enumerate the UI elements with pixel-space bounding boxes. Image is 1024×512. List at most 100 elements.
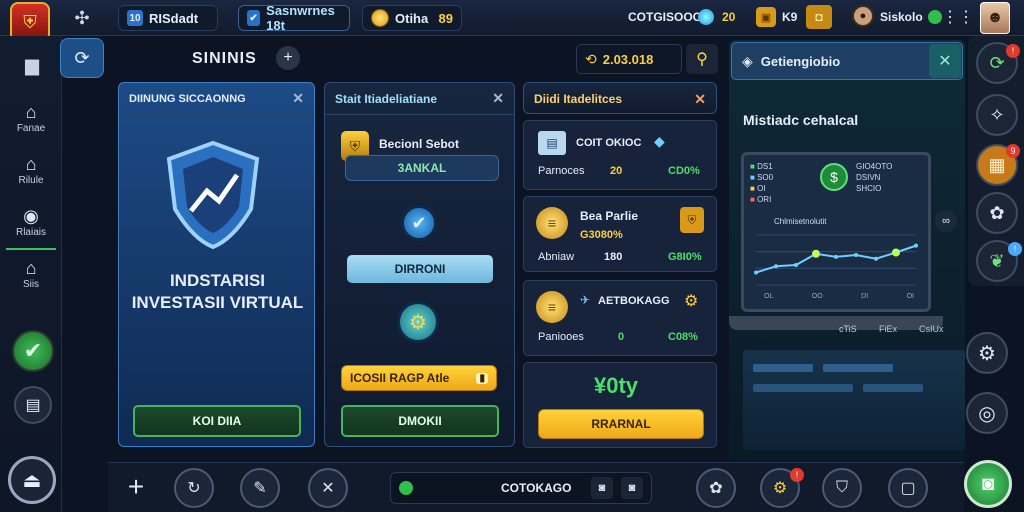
tick-label: OL [764, 293, 774, 300]
key-bar [753, 384, 853, 392]
document-icon: ▤ [538, 131, 566, 155]
key-bar [823, 364, 893, 372]
store-icon: ⌂ [25, 258, 37, 278]
add-button[interactable]: + [276, 46, 300, 70]
link-icon[interactable]: ∞ [935, 210, 957, 232]
row-pct: C08% [668, 331, 698, 343]
row-pct: CD0% [668, 165, 700, 177]
grid-menu-icon[interactable]: ✣ [70, 6, 94, 30]
search-bar-label: COTOKAGO [501, 481, 572, 495]
data-point [834, 254, 838, 259]
card-title: Becionl Sebot [379, 137, 460, 151]
screen-card: CsIUx [919, 324, 944, 334]
close-icon[interactable]: ✕ [292, 90, 304, 107]
more-menu-icon[interactable]: ⋮⋮ [942, 6, 974, 28]
legend-item: ■ SO0 [750, 173, 774, 182]
profile-avatar[interactable]: ☻ [980, 2, 1010, 34]
shop-badge: 9 [1006, 144, 1020, 158]
handshake-icon[interactable]: ✧ [976, 94, 1018, 136]
clipboard-bottom-icon[interactable]: ▢ [888, 468, 928, 508]
bottom-action-button[interactable]: DMOKII [341, 405, 499, 437]
data-point [754, 270, 758, 275]
coin-label: Otiha [395, 10, 429, 26]
list-panel-header: Diidi Itadelitces ✕ [523, 82, 717, 114]
user-avatar-small[interactable]: ● [852, 5, 874, 27]
flower-icon[interactable]: ✿ [696, 468, 736, 508]
coin-icon [371, 9, 389, 27]
invest-title-line1: INDSTARISI [169, 271, 266, 290]
close-icon[interactable]: ✕ [492, 90, 504, 107]
close-button[interactable]: ✕ [929, 44, 961, 78]
settings-icon[interactable]: ⚙ [966, 332, 1008, 374]
info-item: GIO4OTO [856, 162, 893, 171]
list-row[interactable]: ≡ ✈ AETBOKAGG ⚙ Paniooes 0 C08% [523, 280, 717, 356]
tick-label: DI [861, 293, 869, 300]
home-icon: ⌂ [25, 102, 37, 122]
camera-big-button[interactable]: ◙ [964, 460, 1012, 508]
target-icon[interactable]: ◎ [966, 392, 1008, 434]
claim-button[interactable]: RRARNAL [538, 409, 704, 439]
stat-value-2: K9 [782, 10, 798, 24]
bookmark-icon[interactable]: ⛉ [822, 468, 862, 508]
checkmark-icon[interactable]: ✔ [12, 330, 54, 372]
key-bar [753, 364, 813, 372]
gem-icon [698, 9, 714, 25]
middle-button[interactable]: DIRRONI [347, 255, 493, 283]
panel-header: DIINUNG SICCAONNG ✕ [119, 83, 314, 115]
legend-item: ■ OI [750, 184, 766, 193]
coin-counter[interactable]: Otiha 89 [362, 5, 462, 31]
yellow-action-button[interactable]: ICOSII RAGP Atle ▮ [341, 365, 497, 391]
row-value: 0 [618, 331, 625, 343]
settings-small-icon[interactable]: ✿ [976, 192, 1018, 234]
stat-value-1: 20 [722, 10, 736, 24]
data-point [892, 248, 900, 257]
rail-item-rlaiais[interactable]: ◉ Rlaiais [6, 200, 56, 250]
yellow-button-label: ICOSII RAGP Atle [350, 371, 450, 385]
data-point [854, 253, 858, 257]
camera-small-icon-2[interactable]: ◙ [621, 477, 643, 499]
rail-item-fanae[interactable]: ⌂ Fanae [6, 96, 56, 146]
player-name: COTGISOOO [628, 10, 703, 24]
currency-icon: ⟲ [585, 50, 597, 67]
bottom-search-bar[interactable]: COTOKAGO ◙ ◙ [390, 472, 652, 504]
currency-box[interactable]: ⟲ 2.03.018 [576, 44, 682, 74]
middle-panel: Stait Itiadeliatiane ✕ ⛨ Becionl Sebot 3… [324, 82, 515, 447]
rail-item-rilule[interactable]: ⌂ Rilule [6, 148, 56, 198]
invest-button[interactable]: KOI DIIA [133, 405, 301, 437]
gift-icon[interactable]: ◘ [806, 5, 832, 29]
laptop-screen: ■ DS1 ■ SO0 ■ OI ■ ORI $ GIO4OTO DSIVN S… [741, 152, 931, 312]
gear-badge: ! [790, 468, 804, 482]
sync-button[interactable]: ⟳ [60, 38, 104, 78]
verified-icon[interactable]: ✔ [401, 205, 437, 241]
data-point [874, 256, 878, 261]
refresh-icon[interactable]: ↻ [174, 468, 214, 508]
tick-label: OI [906, 293, 914, 300]
tab-bisdadt[interactable]: 10 RISdadt [118, 5, 218, 31]
close-icon[interactable]: ✕ [694, 91, 706, 108]
tag-icon: ◆ [654, 133, 665, 149]
camera-small-icon[interactable]: ◙ [591, 477, 613, 499]
pen-icon[interactable]: ✎ [240, 468, 280, 508]
card-button[interactable]: 3ANKAL [345, 155, 499, 181]
rail-item-siis[interactable]: ⌂ Siis [6, 252, 56, 302]
laptop-base [729, 316, 943, 330]
clipboard-icon[interactable]: ▤ [14, 386, 52, 424]
user-name: Siskolo [880, 10, 923, 24]
bird-icon: ✈ [580, 293, 591, 307]
screen-card: cTiS [839, 324, 857, 334]
screen-card: FiEx [879, 324, 897, 334]
exit-icon[interactable]: ⏏ [8, 456, 56, 504]
search-button[interactable]: ⚲ [686, 44, 718, 74]
panel-header-label: DIINUNG SICCAONNG [129, 92, 246, 105]
gear-coin-icon[interactable]: ⚙ [397, 301, 439, 343]
tab-label: Sasnwrnes 18t [266, 3, 335, 33]
list-row[interactable]: ≡ Bea Parlie G3080% ⛨ Abniaw 180 G8I0% [523, 196, 717, 272]
tab-sasnwrnes[interactable]: ✔ Sasnwrnes 18t [238, 3, 350, 33]
plus-icon[interactable]: + [120, 470, 152, 504]
notif-badge: ! [1006, 44, 1020, 58]
rail-label: Rilule [18, 175, 44, 186]
tools-icon[interactable]: ✕ [308, 468, 348, 508]
list-row[interactable]: ▤ COIT OKIOC ◆ Parnoces 20 CD0% [523, 120, 717, 190]
bus-icon[interactable]: ▆ [18, 52, 46, 78]
app-icon: 10 [127, 10, 143, 26]
